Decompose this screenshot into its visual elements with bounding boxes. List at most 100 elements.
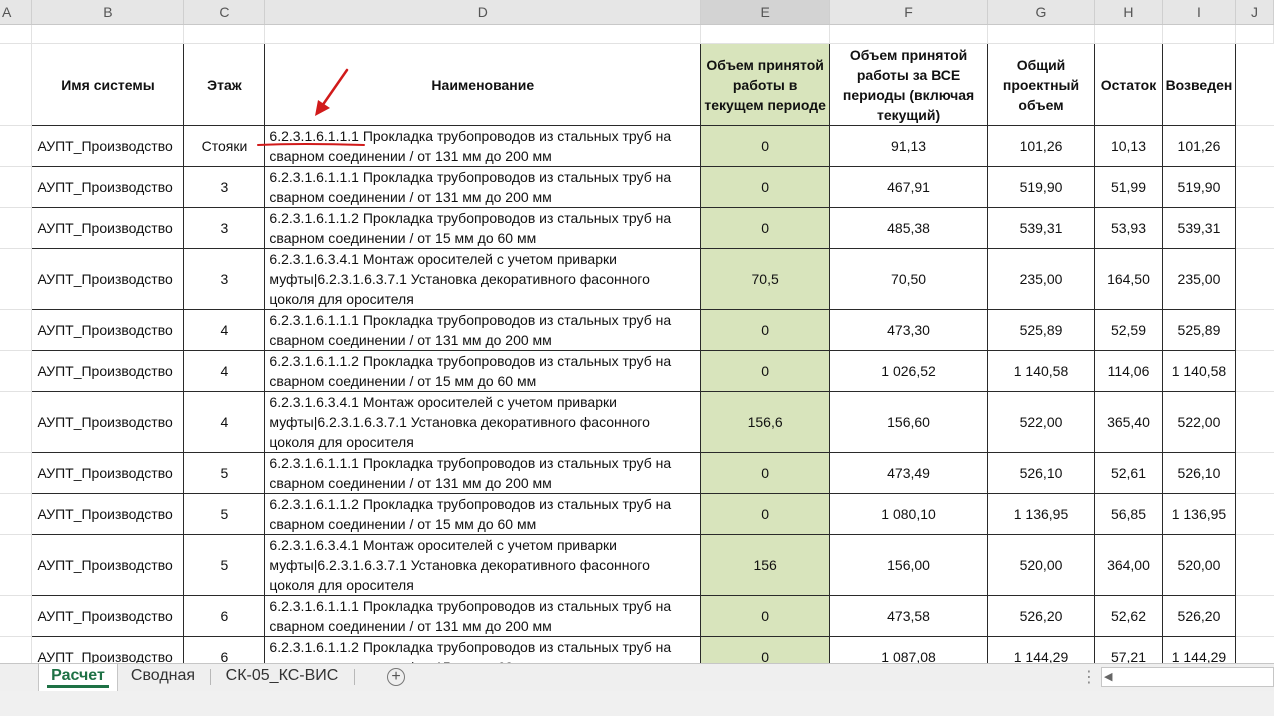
- cell[interactable]: [1235, 309, 1274, 351]
- cell-floor[interactable]: 6: [183, 636, 266, 663]
- cell-built[interactable]: 526,10: [1161, 452, 1236, 494]
- tab-raschet[interactable]: Расчет: [38, 664, 118, 691]
- cell-current-period[interactable]: 0: [700, 452, 831, 494]
- cell-remainder[interactable]: 52,61: [1093, 452, 1163, 494]
- header-current-period[interactable]: Объем принятой работы в текущем периоде: [700, 43, 831, 126]
- header-system[interactable]: Имя системы: [31, 43, 185, 126]
- cell-floor[interactable]: 4: [183, 391, 266, 453]
- cell-built[interactable]: 526,20: [1161, 595, 1236, 637]
- cell-built[interactable]: 520,00: [1161, 534, 1236, 596]
- cell-floor[interactable]: 6: [183, 595, 266, 637]
- cell-built[interactable]: 235,00: [1161, 248, 1236, 310]
- cell-total-volume[interactable]: 520,00: [987, 534, 1095, 596]
- cell[interactable]: [987, 24, 1095, 44]
- cell-total-volume[interactable]: 539,31: [987, 207, 1095, 249]
- cell[interactable]: [1235, 534, 1274, 596]
- cell-built[interactable]: 525,89: [1161, 309, 1236, 351]
- cell[interactable]: [700, 24, 831, 44]
- cell-system[interactable]: АУПТ_Производство: [31, 207, 185, 249]
- cell-floor[interactable]: Стояки: [183, 125, 266, 167]
- cell-name[interactable]: 6.2.3.1.6.1.1.1 Прокладка трубопроводов …: [264, 452, 702, 494]
- cell-floor[interactable]: 3: [183, 207, 266, 249]
- cell-total-volume[interactable]: 525,89: [987, 309, 1095, 351]
- cell-built[interactable]: 1 144,29: [1161, 636, 1236, 663]
- col-header-e[interactable]: E: [700, 0, 831, 25]
- cell[interactable]: [1235, 452, 1274, 494]
- cell-total-volume[interactable]: 101,26: [987, 125, 1095, 167]
- cell[interactable]: [1094, 24, 1163, 44]
- cell-remainder[interactable]: 364,00: [1093, 534, 1163, 596]
- col-header-f[interactable]: F: [829, 0, 989, 25]
- cell-current-period[interactable]: 0: [700, 309, 831, 351]
- worksheet-grid[interactable]: A B C D E F G H I J Имя системы Этаж Наи…: [0, 0, 1274, 663]
- cell-system[interactable]: АУПТ_Производство: [31, 493, 185, 535]
- spreadsheet-area[interactable]: A B C D E F G H I J Имя системы Этаж Наи…: [0, 0, 1274, 663]
- cell-system[interactable]: АУПТ_Производство: [31, 452, 185, 494]
- cell-remainder[interactable]: 51,99: [1093, 166, 1163, 208]
- cell-current-period[interactable]: 0: [700, 350, 831, 392]
- cell-built[interactable]: 539,31: [1161, 207, 1236, 249]
- cell[interactable]: [0, 636, 33, 663]
- cell-name[interactable]: 6.2.3.1.6.1.1.2 Прокладка трубопроводов …: [264, 350, 702, 392]
- col-header-d[interactable]: D: [264, 0, 702, 25]
- cell-total-volume[interactable]: 1 136,95: [987, 493, 1095, 535]
- scroll-left-icon[interactable]: ◀: [1104, 670, 1112, 683]
- col-header-c[interactable]: C: [183, 0, 266, 25]
- cell-total-volume[interactable]: 1 140,58: [987, 350, 1095, 392]
- col-header-b[interactable]: B: [31, 0, 185, 25]
- cell[interactable]: [1235, 24, 1274, 44]
- cell-floor[interactable]: 5: [183, 534, 266, 596]
- cell[interactable]: [0, 43, 33, 126]
- cell-system[interactable]: АУПТ_Производство: [31, 309, 185, 351]
- cell-total-volume[interactable]: 235,00: [987, 248, 1095, 310]
- header-floor[interactable]: Этаж: [183, 43, 266, 126]
- cell[interactable]: [0, 248, 33, 310]
- cell[interactable]: [0, 125, 33, 167]
- cell-all-periods[interactable]: 485,38: [829, 207, 989, 249]
- cell[interactable]: [0, 534, 33, 596]
- cell[interactable]: [0, 595, 33, 637]
- cell[interactable]: [1235, 493, 1274, 535]
- cell-current-period[interactable]: 156,6: [700, 391, 831, 453]
- cell-remainder[interactable]: 114,06: [1093, 350, 1163, 392]
- cell-all-periods[interactable]: 473,49: [829, 452, 989, 494]
- cell-all-periods[interactable]: 1 080,10: [829, 493, 989, 535]
- cell-system[interactable]: АУПТ_Производство: [31, 125, 185, 167]
- cell[interactable]: [0, 350, 33, 392]
- cell-remainder[interactable]: 56,85: [1093, 493, 1163, 535]
- cell-name[interactable]: 6.2.3.1.6.1.1.2 Прокладка трубопроводов …: [264, 636, 702, 663]
- cell[interactable]: [0, 391, 33, 453]
- cell-system[interactable]: АУПТ_Производство: [31, 248, 185, 310]
- col-header-h[interactable]: H: [1094, 0, 1163, 25]
- col-header-a[interactable]: A: [0, 0, 33, 25]
- cell-remainder[interactable]: 10,13: [1093, 125, 1163, 167]
- cell-current-period[interactable]: 0: [700, 636, 831, 663]
- cell-built[interactable]: 1 140,58: [1161, 350, 1236, 392]
- cell-total-volume[interactable]: 1 144,29: [987, 636, 1095, 663]
- cell-remainder[interactable]: 365,40: [1093, 391, 1163, 453]
- cell[interactable]: [183, 24, 266, 44]
- cell-total-volume[interactable]: 519,90: [987, 166, 1095, 208]
- cell-current-period[interactable]: 156: [700, 534, 831, 596]
- tab-svodnaya[interactable]: Сводная: [120, 664, 206, 691]
- cell-system[interactable]: АУПТ_Производство: [31, 166, 185, 208]
- cell[interactable]: [0, 24, 33, 44]
- header-built[interactable]: Возведен: [1161, 43, 1236, 126]
- col-header-j[interactable]: J: [1235, 0, 1274, 25]
- cell-floor[interactable]: 5: [183, 493, 266, 535]
- cell-name[interactable]: 6.2.3.1.6.3.4.1 Монтаж оросителей с учет…: [264, 248, 702, 310]
- cell-all-periods[interactable]: 156,00: [829, 534, 989, 596]
- cell-floor[interactable]: 4: [183, 350, 266, 392]
- cell-current-period[interactable]: 0: [700, 595, 831, 637]
- cell-all-periods[interactable]: 473,58: [829, 595, 989, 637]
- cell-name[interactable]: 6.2.3.1.6.3.4.1 Монтаж оросителей с учет…: [264, 391, 702, 453]
- cell[interactable]: [1235, 350, 1274, 392]
- cell-remainder[interactable]: 57,21: [1093, 636, 1163, 663]
- cell-name[interactable]: 6.2.3.1.6.1.1.1 Прокладка трубопроводов …: [264, 125, 702, 167]
- cell-name[interactable]: 6.2.3.1.6.1.1.2 Прокладка трубопроводов …: [264, 207, 702, 249]
- cell-current-period[interactable]: 0: [700, 125, 831, 167]
- cell-remainder[interactable]: 52,62: [1093, 595, 1163, 637]
- cell[interactable]: [1235, 391, 1274, 453]
- cell-built[interactable]: 1 136,95: [1161, 493, 1236, 535]
- cell-remainder[interactable]: 53,93: [1093, 207, 1163, 249]
